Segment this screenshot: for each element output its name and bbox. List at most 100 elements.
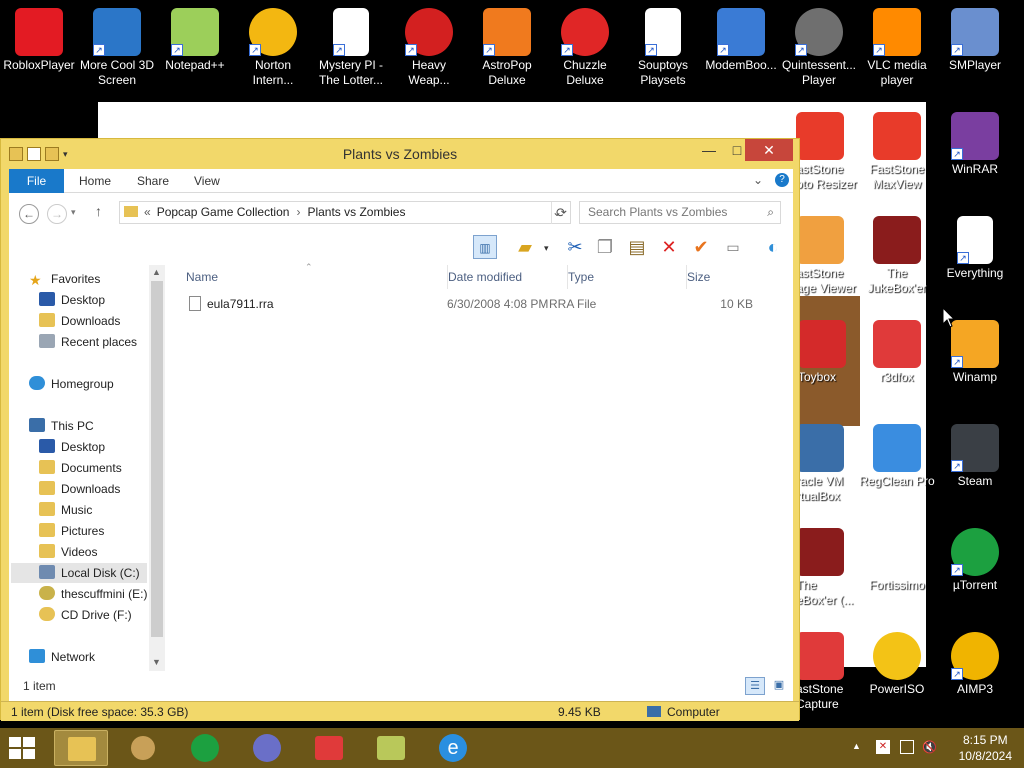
paste-icon[interactable]: ▤ xyxy=(625,235,649,259)
checkmark-icon[interactable]: ✔ xyxy=(689,235,713,259)
desktop-icon-mystery-pi[interactable]: ↗ Mystery PI - The Lotter... xyxy=(312,8,390,88)
desktop-icon-aimp3[interactable]: ↗ AIMP3 xyxy=(936,632,1014,697)
nav-item-documents[interactable]: Documents xyxy=(39,458,122,478)
desktop-icon-poweriso[interactable]: PowerISO xyxy=(858,632,936,697)
address-bar[interactable]: « Popcap Game Collection › Plants vs Zombie… xyxy=(119,201,571,224)
search-input[interactable]: Search Plants vs Zombies ⌕ xyxy=(579,201,781,224)
action-center-icon[interactable]: ✕ xyxy=(876,740,890,754)
nav-item-music[interactable]: Music xyxy=(39,500,92,520)
desktop-icon-astropop[interactable]: ↗ AstroPop Deluxe xyxy=(468,8,546,88)
desktop-icon-smplayer[interactable]: ↗ SMPlayer xyxy=(936,8,1014,73)
ribbon-expand-icon[interactable]: ⌄ xyxy=(753,173,763,187)
desktop-icon-faststone-viewer[interactable]: astStone age Viewer xyxy=(796,216,858,296)
nav-item-local-disk[interactable]: Local Disk (C:) xyxy=(11,563,147,583)
nav-favorites-header[interactable]: ★ Favorites xyxy=(29,269,100,289)
desktop-icon-jukeboxer-2[interactable]: The eBox'er (... xyxy=(796,528,858,608)
nav-network[interactable]: Network xyxy=(29,647,95,667)
tab-file[interactable]: File xyxy=(9,169,64,193)
desktop-icon-souptoys[interactable]: ↗ Souptoys Playsets xyxy=(624,8,702,88)
taskbar-file-explorer[interactable] xyxy=(54,730,108,766)
chevron-down-icon[interactable]: ▾ xyxy=(544,243,549,254)
nav-item-pictures[interactable]: Pictures xyxy=(39,521,104,541)
help-icon[interactable]: ? xyxy=(775,173,789,187)
cut-icon[interactable]: ✂ xyxy=(563,235,587,259)
up-button[interactable]: ↑ xyxy=(95,203,102,219)
desktop-icon-toybox[interactable]: Toybox xyxy=(798,320,860,385)
desktop-icon-fortissimo[interactable]: Fortissimo xyxy=(858,528,936,593)
properties-shell-icon[interactable]: ◐ xyxy=(761,235,785,259)
column-header-name[interactable]: Name xyxy=(186,265,441,289)
desktop-icon-winrar[interactable]: ↗ WinRAR xyxy=(936,112,1014,177)
desktop-icon-regclean[interactable]: RegClean Pro xyxy=(858,424,936,489)
column-header-type[interactable]: Type xyxy=(567,265,679,289)
copy-icon[interactable]: ❐ xyxy=(593,235,617,259)
desktop-icon-virtualbox[interactable]: racle VM rtualBox xyxy=(796,424,858,504)
rename-icon[interactable]: ▭ xyxy=(721,235,745,259)
tray-expand-icon[interactable]: ▲ xyxy=(852,741,861,751)
desktop-icon-steam[interactable]: ↗ Steam xyxy=(936,424,1014,489)
taskbar-media-app[interactable] xyxy=(240,730,294,766)
desktop-icon-vlc[interactable]: ↗ VLC media player xyxy=(858,8,936,88)
taskbar-utorrent[interactable] xyxy=(178,730,232,766)
nav-item-downloads[interactable]: Downloads xyxy=(39,311,120,331)
nav-item-thescuffmini[interactable]: thescuffmini (E:) xyxy=(39,584,147,604)
taskbar-money-app[interactable] xyxy=(116,730,170,766)
minimize-button[interactable]: — xyxy=(695,139,723,161)
desktop-icon-jukeboxer[interactable]: The JukeBox'er xyxy=(858,216,936,296)
nav-scrollbar-thumb[interactable] xyxy=(151,281,163,637)
preview-pane-icon[interactable]: ▥ xyxy=(473,235,497,259)
nav-this-pc[interactable]: This PC xyxy=(29,416,94,436)
nav-item-desktop[interactable]: Desktop xyxy=(39,290,105,310)
details-view-icon[interactable]: ☰ xyxy=(745,677,765,695)
start-button[interactable] xyxy=(8,736,38,760)
nav-item-recent-places[interactable]: Recent places xyxy=(39,332,137,352)
taskbar-internet-explorer[interactable]: e xyxy=(426,730,480,766)
breadcrumb-plants-vs-zombies[interactable]: Plants vs Zombies xyxy=(307,205,405,219)
desktop-icon-modembooster[interactable]: ↗ ModemBoo... xyxy=(702,8,780,73)
taskbar-clock[interactable]: 8:15 PM 10/8/2024 xyxy=(959,732,1012,764)
scroll-up-icon[interactable]: ▲ xyxy=(152,267,161,277)
large-icons-view-icon[interactable]: ▣ xyxy=(769,677,789,695)
recent-locations-icon[interactable]: ▾ xyxy=(71,207,76,218)
close-button[interactable]: ✕ xyxy=(745,139,793,161)
desktop-icon-faststone-resizer[interactable]: astStone oto Resizer xyxy=(796,112,858,192)
tab-view[interactable]: View xyxy=(182,169,232,193)
desktop-icon-faststone-capture[interactable]: astStone Capture xyxy=(796,632,858,712)
nav-item-cd-drive[interactable]: CD Drive (F:) xyxy=(39,605,132,625)
desktop-icon-quintessential[interactable]: ↗ Quintessent... Player xyxy=(780,8,858,88)
back-button[interactable]: ← xyxy=(19,204,39,224)
nav-item-pc-downloads[interactable]: Downloads xyxy=(39,479,120,499)
desktop-icon-robloxplayer[interactable]: RobloxPlayer xyxy=(0,8,78,73)
tab-home[interactable]: Home xyxy=(67,169,123,193)
desktop-icon-notepadpp[interactable]: ↗ Notepad++ xyxy=(156,8,234,73)
desktop-icon-chuzzle[interactable]: ↗ Chuzzle Deluxe xyxy=(546,8,624,88)
network-tray-icon[interactable] xyxy=(900,740,914,754)
taskbar-regclean[interactable] xyxy=(364,730,418,766)
volume-muted-icon[interactable]: 🔇 xyxy=(922,740,937,754)
nav-item-pc-desktop[interactable]: Desktop xyxy=(39,437,105,457)
desktop-icon-heavy-weapon[interactable]: ↗ Heavy Weap... xyxy=(390,8,468,88)
nav-item-videos[interactable]: Videos xyxy=(39,542,97,562)
scroll-down-icon[interactable]: ▼ xyxy=(152,657,161,667)
breadcrumb-popcap[interactable]: Popcap Game Collection xyxy=(157,205,290,219)
column-header-size[interactable]: Size xyxy=(686,265,760,289)
tab-share[interactable]: Share xyxy=(125,169,181,193)
desktop-icon-winamp[interactable]: ↗ Winamp xyxy=(936,320,1014,385)
desktop-icon-r3dfox[interactable]: r3dfox xyxy=(858,320,936,385)
column-header-date[interactable]: Date modified xyxy=(447,265,559,289)
desktop-icon-everything[interactable]: ↗ Everything xyxy=(936,216,1014,281)
desktop-icon-faststone-maxview[interactable]: FastStone MaxView xyxy=(858,112,936,192)
nav-homegroup[interactable]: Homegroup xyxy=(29,374,114,394)
desktop-icon-utorrent[interactable]: ↗ µTorrent xyxy=(936,528,1014,593)
table-row[interactable]: eula7911.rra 6/30/2008 4:08 PM RRA File … xyxy=(183,293,763,315)
new-folder-icon[interactable]: ▰ xyxy=(513,235,537,259)
title-bar[interactable]: ▾ Plants vs Zombies — □ ✕ xyxy=(1,139,799,169)
desktop-icon-norton[interactable]: ↗ Norton Intern... xyxy=(234,8,312,88)
forward-button[interactable]: → xyxy=(47,204,67,224)
delete-icon[interactable]: ✕ xyxy=(657,235,681,259)
taskbar-r3dfox[interactable] xyxy=(302,730,356,766)
desktop-icon-3d-screensavers[interactable]: ↗ More Cool 3D Screen Savers xyxy=(78,8,156,88)
desktop-icon-label: Norton Intern... xyxy=(252,58,294,87)
refresh-button[interactable]: ⟳ xyxy=(551,202,571,224)
address-prefix[interactable]: « xyxy=(144,205,151,219)
